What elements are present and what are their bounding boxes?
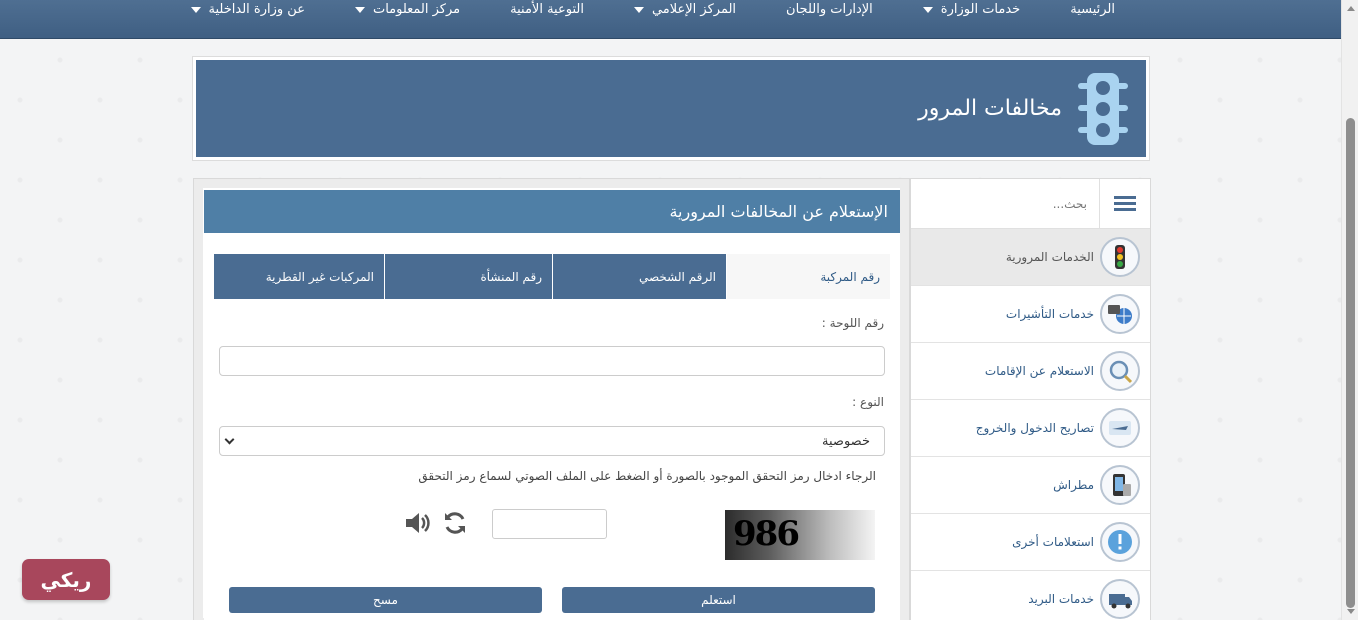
hamburger-icon bbox=[1114, 193, 1136, 214]
nav-about-ministry[interactable]: عن وزارة الداخلية bbox=[190, 1, 305, 17]
tab-personal-number[interactable]: الرقم الشخصي bbox=[552, 254, 726, 299]
page-banner: مخالفات المرور bbox=[192, 56, 1150, 161]
form-title: الإستعلام عن المخالفات المرورية bbox=[204, 190, 900, 233]
page-scrollbar[interactable] bbox=[1341, 0, 1358, 620]
sidebar-item-label: خدمات البريد bbox=[1028, 592, 1094, 606]
plate-number-label: رقم اللوحة : bbox=[821, 316, 884, 330]
sidebar-item-postal[interactable]: خدمات البريد bbox=[911, 571, 1150, 620]
sidebar-item-label: الخدمات المرورية bbox=[1005, 250, 1094, 264]
sidebar-item-traffic-services[interactable]: الخدمات المرورية bbox=[911, 229, 1150, 286]
nav-ministry-services[interactable]: خدمات الوزارة bbox=[922, 1, 1021, 17]
caret-down-icon bbox=[922, 7, 933, 13]
watermark-logo: ريكي bbox=[22, 559, 110, 600]
search-input[interactable] bbox=[911, 179, 1099, 228]
speaker-icon[interactable] bbox=[402, 508, 432, 538]
sidebar-item-label: خدمات التأشيرات bbox=[1005, 307, 1094, 321]
tab-label: رقم المنشأة bbox=[480, 269, 542, 284]
clear-button[interactable]: مسح bbox=[229, 587, 542, 613]
sidebar-item-visa-services[interactable]: خدمات التأشيرات bbox=[911, 286, 1150, 343]
inquiry-tabs: رقم المركبة الرقم الشخصي رقم المنشأة الم… bbox=[214, 254, 890, 299]
visa-globe-icon bbox=[1100, 294, 1140, 334]
captcha-code: 986 bbox=[733, 514, 800, 554]
airplane-icon bbox=[1100, 408, 1140, 448]
refresh-icon[interactable] bbox=[440, 508, 470, 538]
caret-down-icon bbox=[190, 7, 201, 13]
metrash-phone-icon bbox=[1100, 465, 1140, 505]
page-title: مخالفات المرور bbox=[918, 96, 1062, 121]
tab-establishment-number[interactable]: رقم المنشأة bbox=[384, 254, 552, 299]
exclamation-icon bbox=[1100, 522, 1140, 562]
banner-inner: مخالفات المرور bbox=[196, 60, 1146, 157]
inquire-button[interactable]: استعلم bbox=[562, 587, 875, 613]
traffic-light-icon bbox=[1076, 71, 1130, 147]
nav-label: التوعية الأمنية bbox=[510, 1, 584, 17]
inquiry-form: الإستعلام عن المخالفات المرورية رقم المر… bbox=[204, 190, 900, 620]
scroll-thumb[interactable] bbox=[1346, 118, 1355, 608]
sidebar-item-label: مطراش bbox=[1053, 478, 1094, 492]
type-label: النوع : bbox=[852, 395, 884, 409]
tab-label: الرقم الشخصي bbox=[639, 269, 716, 284]
plate-number-input[interactable] bbox=[219, 346, 885, 376]
sidebar-item-label: استعلامات أخرى bbox=[1012, 535, 1094, 549]
nav-info-center[interactable]: مركز المعلومات bbox=[354, 1, 461, 17]
sidebar-item-metrash[interactable]: مطراش bbox=[911, 457, 1150, 514]
sidebar: الخدمات المرورية خدمات التأشيرات الاستعل… bbox=[910, 178, 1151, 620]
watermark-label: ريكي bbox=[40, 567, 92, 592]
sidebar-item-residency[interactable]: الاستعلام عن الإقامات bbox=[911, 343, 1150, 400]
scroll-up-icon[interactable] bbox=[1347, 6, 1355, 11]
sidebar-item-label: تصاريح الدخول والخروج bbox=[975, 421, 1094, 435]
tab-label: المركبات غير القطرية bbox=[265, 269, 374, 284]
captcha-image: 986 bbox=[725, 510, 875, 560]
top-navigation: الرئيسية خدمات الوزارة الإدارات واللجان … bbox=[0, 0, 1341, 39]
captcha-hint: الرجاء ادخال رمز التحقق الموجود بالصورة … bbox=[418, 469, 876, 483]
caret-down-icon bbox=[354, 7, 365, 13]
chevron-down-icon bbox=[224, 434, 235, 445]
nav-label: خدمات الوزارة bbox=[940, 1, 1021, 17]
nav-media-center[interactable]: المركز الإعلامي bbox=[633, 1, 737, 17]
type-selected-value: خصوصية bbox=[822, 433, 870, 449]
nav-security-awareness[interactable]: التوعية الأمنية bbox=[510, 2, 584, 17]
postal-van-icon bbox=[1100, 579, 1140, 619]
type-select[interactable]: خصوصية bbox=[219, 426, 885, 456]
menu-toggle-button[interactable] bbox=[1099, 179, 1150, 228]
nav-home[interactable]: الرئيسية bbox=[1070, 2, 1115, 17]
nav-label: الإدارات واللجان bbox=[786, 1, 873, 17]
nav-label: عن وزارة الداخلية bbox=[208, 1, 305, 17]
residency-search-icon bbox=[1100, 351, 1140, 391]
scroll-down-icon[interactable] bbox=[1347, 609, 1355, 614]
sidebar-search bbox=[911, 179, 1150, 229]
nav-label: المركز الإعلامي bbox=[651, 1, 737, 17]
traffic-light-icon bbox=[1100, 237, 1140, 277]
tab-non-qatari-vehicles[interactable]: المركبات غير القطرية bbox=[214, 254, 384, 299]
caret-down-icon bbox=[633, 7, 644, 13]
tab-vehicle-number[interactable]: رقم المركبة bbox=[726, 254, 890, 299]
sidebar-item-other-inquiries[interactable]: استعلامات أخرى bbox=[911, 514, 1150, 571]
main-panel: الإستعلام عن المخالفات المرورية رقم المر… bbox=[193, 178, 910, 620]
captcha-input[interactable] bbox=[492, 509, 607, 539]
nav-label: مركز المعلومات bbox=[372, 1, 461, 17]
sidebar-item-label: الاستعلام عن الإقامات bbox=[984, 364, 1094, 378]
nav-label: الرئيسية bbox=[1070, 1, 1115, 17]
tab-label: رقم المركبة bbox=[820, 269, 880, 284]
sidebar-item-entry-exit[interactable]: تصاريح الدخول والخروج bbox=[911, 400, 1150, 457]
nav-departments[interactable]: الإدارات واللجان bbox=[786, 2, 873, 17]
